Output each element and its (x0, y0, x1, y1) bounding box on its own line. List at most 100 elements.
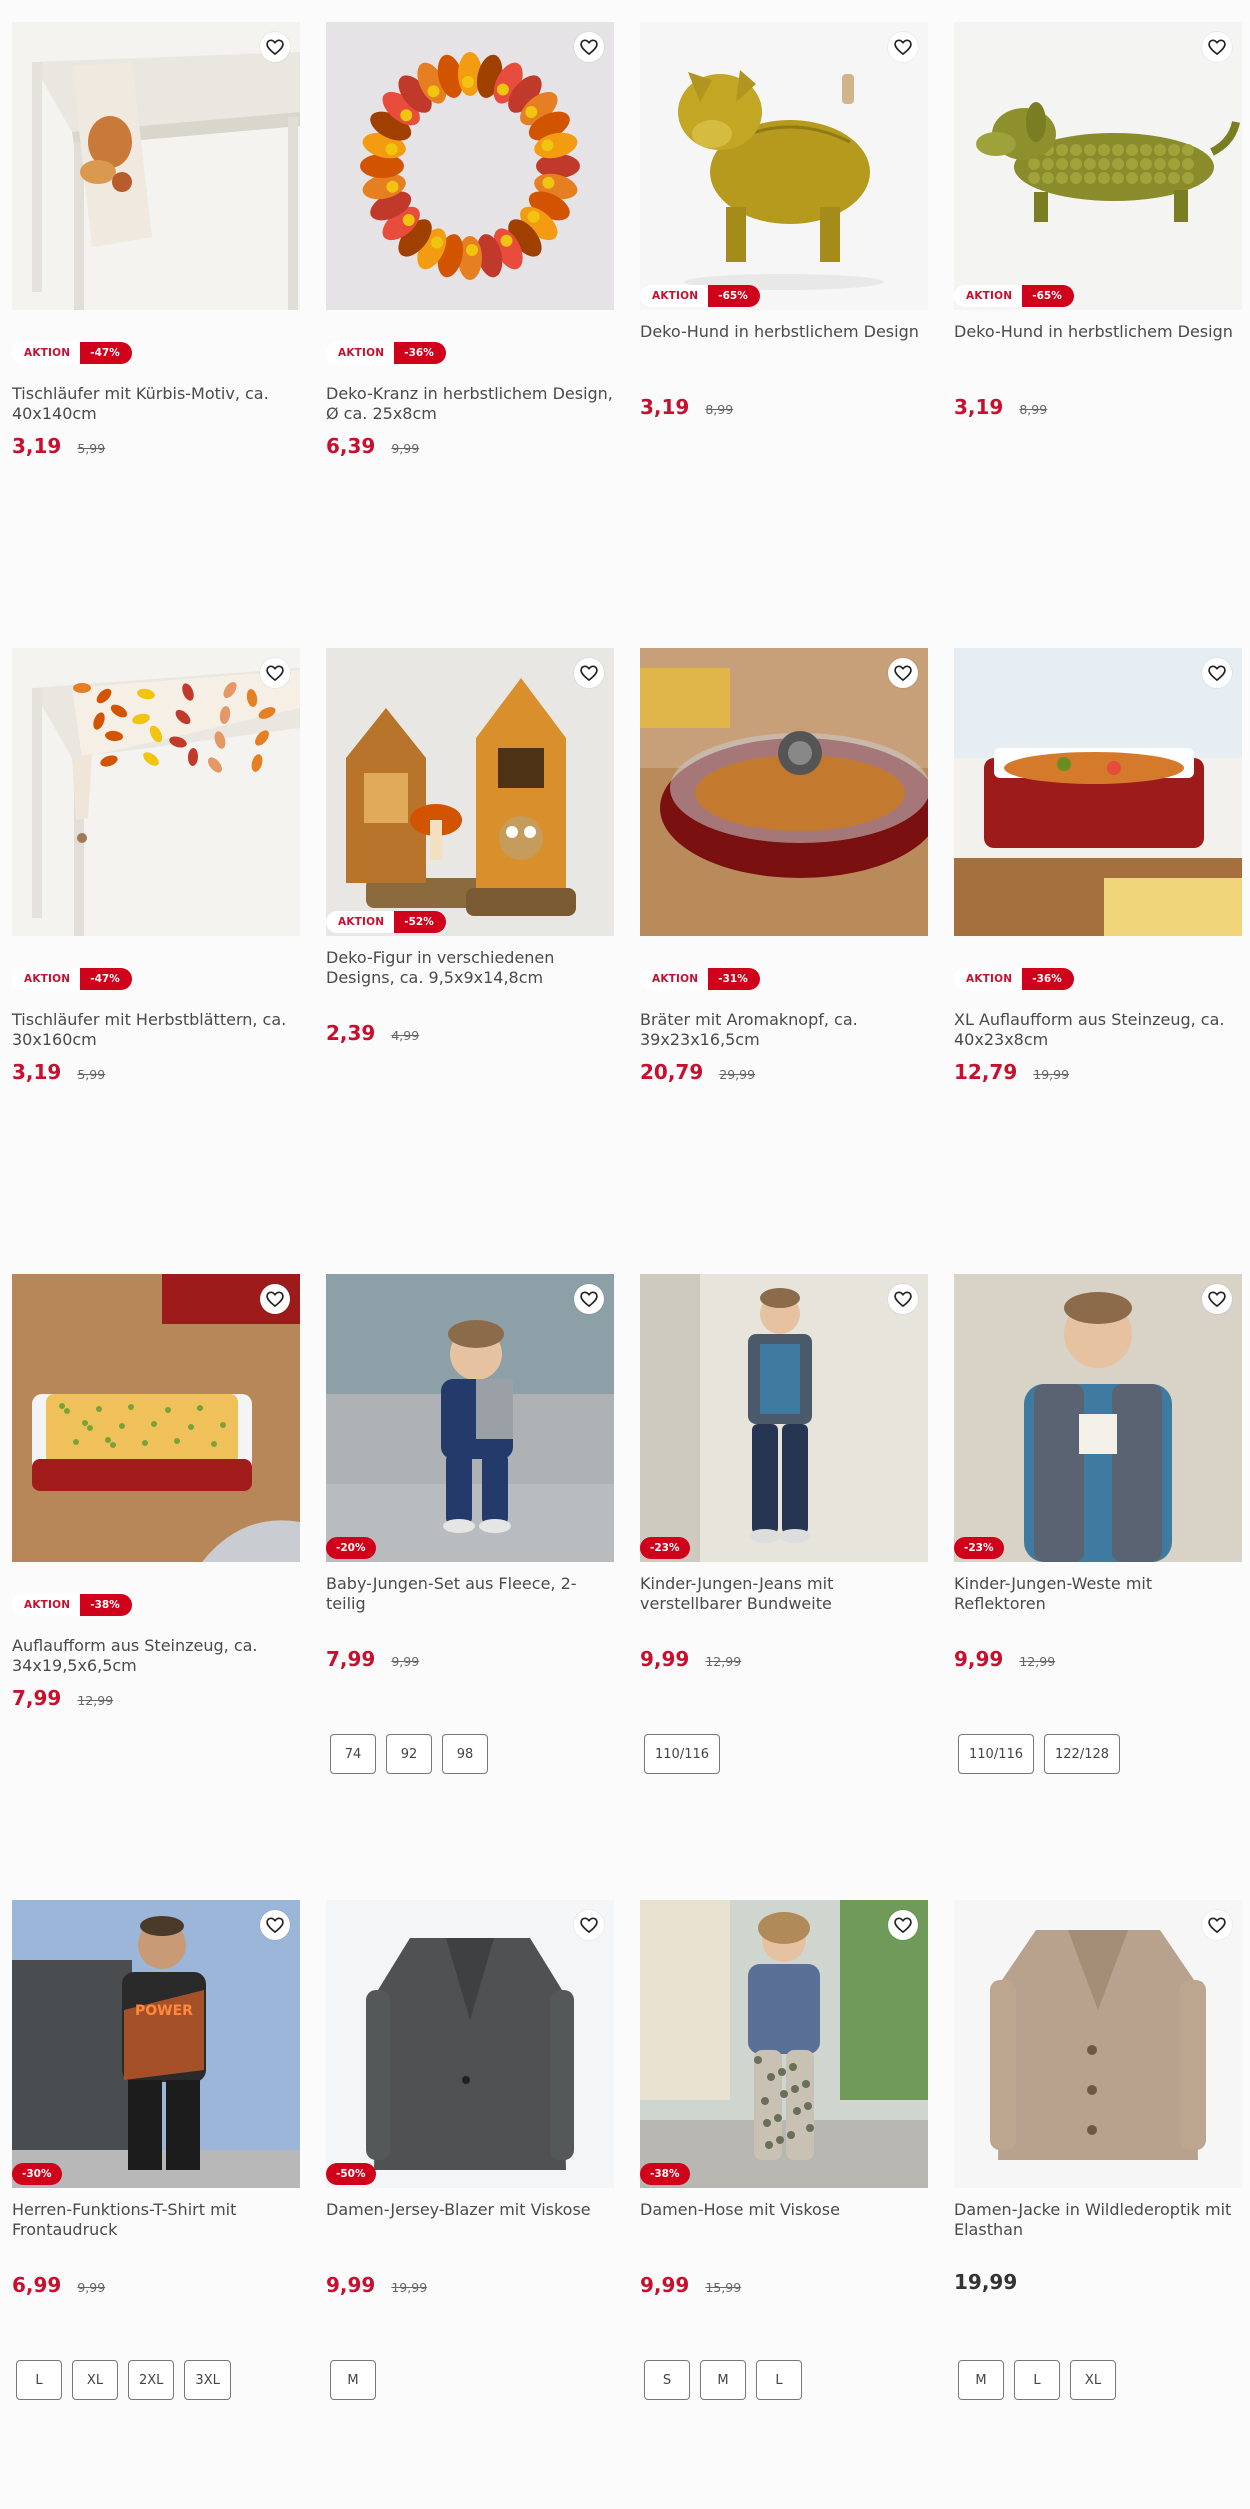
price-row: 9,99 12,99 (954, 1647, 1055, 1671)
size-options: SML (644, 2360, 802, 2400)
product-card[interactable]: AKTION -65% Deko-Hund in herbstlichem Desi… (954, 22, 1242, 419)
wishlist-heart-icon[interactable] (574, 1284, 604, 1314)
wishlist-heart-icon[interactable] (574, 1910, 604, 1940)
product-card[interactable]: Damen-Jacke in Wildlederoptik mit Elasth… (954, 1900, 1242, 2400)
wishlist-heart-icon[interactable] (1202, 658, 1232, 688)
product-title[interactable]: Damen-Jacke in Wildlederoptik mit Elasth… (954, 2200, 1242, 2240)
product-card[interactable]: AKTION -31% Bräter mit Aromaknopf, ca. 39x… (640, 648, 928, 1084)
product-image[interactable] (640, 1274, 928, 1562)
product-title[interactable]: XL Auflaufform aus Steinzeug, ca. 40x23x… (954, 1010, 1242, 1050)
wishlist-heart-icon[interactable] (574, 32, 604, 62)
wishlist-heart-icon[interactable] (888, 658, 918, 688)
product-image[interactable] (640, 648, 928, 936)
wishlist-heart-icon[interactable] (260, 32, 290, 62)
discount-percent: -20% (326, 1537, 376, 1559)
product-title[interactable]: Damen-Hose mit Viskose (640, 2200, 928, 2220)
product-card[interactable]: -23% Kinder-Jungen-Jeans mit verstellbare… (640, 1274, 928, 1774)
product-title[interactable]: Deko-Kranz in herbstlichem Design, Ø ca.… (326, 384, 614, 424)
product-title[interactable]: Kinder-Jungen-Weste mit Reflektoren (954, 1574, 1242, 1614)
product-title[interactable]: Deko-Figur in verschiedenen Designs, ca.… (326, 948, 614, 988)
old-price: 12,99 (77, 1693, 114, 1708)
wishlist-heart-icon[interactable] (1202, 1284, 1232, 1314)
old-price: 9,99 (391, 1654, 420, 1669)
wishlist-heart-icon[interactable] (260, 1284, 290, 1314)
size-button[interactable]: 2XL (128, 2360, 175, 2400)
product-card[interactable]: AKTION -47% Tischläufer mit Herbstblättern… (12, 648, 300, 1084)
size-button[interactable]: 3XL (184, 2360, 231, 2400)
product-card[interactable]: -23% Kinder-Jungen-Weste mit Reflektoren 9… (954, 1274, 1242, 1774)
wishlist-heart-icon[interactable] (1202, 1910, 1232, 1940)
size-button[interactable]: 110/116 (644, 1734, 721, 1774)
wishlist-heart-icon[interactable] (260, 1910, 290, 1940)
product-card[interactable]: AKTION -38% Auflaufform aus Steinzeug, ca.… (12, 1274, 300, 1710)
product-title[interactable]: Auflaufform aus Steinzeug, ca. 34x19,5x6… (12, 1636, 300, 1676)
old-price: 29,99 (719, 1067, 756, 1082)
wishlist-heart-icon[interactable] (260, 658, 290, 688)
product-title[interactable]: Kinder-Jungen-Jeans mit verstellbarer Bu… (640, 1574, 928, 1614)
product-title[interactable]: Deko-Hund in herbstlichem Design (640, 322, 928, 342)
size-button[interactable]: M (330, 2360, 376, 2400)
wishlist-heart-icon[interactable] (888, 1910, 918, 1940)
product-title[interactable]: Bräter mit Aromaknopf, ca. 39x23x16,5cm (640, 1010, 928, 1050)
product-image[interactable] (954, 22, 1242, 310)
size-options: L XL 2XL 3XL (16, 2360, 231, 2400)
wishlist-heart-icon[interactable] (574, 658, 604, 688)
size-button[interactable]: M (700, 2360, 746, 2400)
size-button[interactable]: L (1014, 2360, 1060, 2400)
product-card[interactable]: AKTION -36% XL Auflaufform aus Steinzeug, … (954, 648, 1242, 1084)
product-image[interactable] (12, 648, 300, 936)
discount-percent: -52% (394, 911, 446, 933)
size-button[interactable]: 110/116 (958, 1734, 1035, 1774)
size-button[interactable]: 74 (330, 1734, 376, 1774)
size-button[interactable]: M (958, 2360, 1004, 2400)
product-image[interactable]: POWER (12, 1900, 300, 2188)
product-image[interactable] (326, 648, 614, 936)
product-image[interactable] (326, 22, 614, 310)
product-image[interactable] (640, 1900, 928, 2188)
aktion-label: AKTION (954, 285, 1023, 307)
product-card[interactable]: AKTION -65% Deko-Hund in herbstlichem Desi… (640, 22, 928, 419)
product-title[interactable]: Tischläufer mit Kürbis-Motiv, ca. 40x140… (12, 384, 300, 424)
size-button[interactable]: XL (72, 2360, 118, 2400)
wishlist-heart-icon[interactable] (888, 32, 918, 62)
product-image[interactable] (12, 1274, 300, 1562)
product-image[interactable] (326, 1274, 614, 1562)
old-price: 4,99 (391, 1028, 420, 1043)
product-image[interactable] (326, 1900, 614, 2188)
aktion-label: AKTION (326, 911, 395, 933)
discount-badge: AKTION -31% (640, 968, 760, 990)
product-card[interactable]: -50% Damen-Jersey-Blazer mit Viskose 9,99 1… (326, 1900, 614, 2400)
product-card[interactable]: AKTION -36% Deko-Kranz in herbstlichem Des… (326, 22, 614, 458)
product-card[interactable]: POWER -30% Herren-Funktions-T-Shirt mit F… (12, 1900, 300, 2400)
discount-badge: -23% (954, 1537, 1004, 1559)
size-button[interactable]: S (644, 2360, 690, 2400)
aktion-label: AKTION (954, 968, 1023, 990)
product-image[interactable] (12, 22, 300, 310)
product-image[interactable] (954, 1900, 1242, 2188)
size-button[interactable]: L (756, 2360, 802, 2400)
size-button[interactable]: XL (1070, 2360, 1116, 2400)
size-button[interactable]: 122/128 (1044, 1734, 1121, 1774)
product-title[interactable]: Damen-Jersey-Blazer mit Viskose (326, 2200, 614, 2220)
product-title[interactable]: Baby-Jungen-Set aus Fleece, 2-teilig (326, 1574, 614, 1614)
product-title[interactable]: Tischläufer mit Herbstblättern, ca. 30x1… (12, 1010, 300, 1050)
product-card[interactable]: AKTION -52% Deko-Figur in verschiedenen De… (326, 648, 614, 1045)
old-price: 12,99 (1019, 1654, 1056, 1669)
product-image[interactable] (640, 22, 928, 310)
discount-badge: AKTION -36% (954, 968, 1074, 990)
price-row: 3,19 5,99 (12, 1060, 105, 1084)
size-button[interactable]: L (16, 2360, 62, 2400)
product-image[interactable] (954, 648, 1242, 936)
wishlist-heart-icon[interactable] (888, 1284, 918, 1314)
product-card[interactable]: AKTION -47% Tischläufer mit Kürbis-Motiv, … (12, 22, 300, 458)
product-card[interactable]: -20% Baby-Jungen-Set aus Fleece, 2-teilig… (326, 1274, 614, 1774)
product-image[interactable] (954, 1274, 1242, 1562)
wishlist-heart-icon[interactable] (1202, 32, 1232, 62)
discount-percent: -23% (954, 1537, 1004, 1559)
size-options: 110/116 122/128 (958, 1734, 1121, 1774)
product-title[interactable]: Herren-Funktions-T-Shirt mit Frontaudruc… (12, 2200, 300, 2240)
size-button[interactable]: 92 (386, 1734, 432, 1774)
size-button[interactable]: 98 (442, 1734, 488, 1774)
product-card[interactable]: -38% Damen-Hose mit Viskose 9,99 15,99 S M L (640, 1900, 928, 2400)
product-title[interactable]: Deko-Hund in herbstlichem Design (954, 322, 1242, 342)
